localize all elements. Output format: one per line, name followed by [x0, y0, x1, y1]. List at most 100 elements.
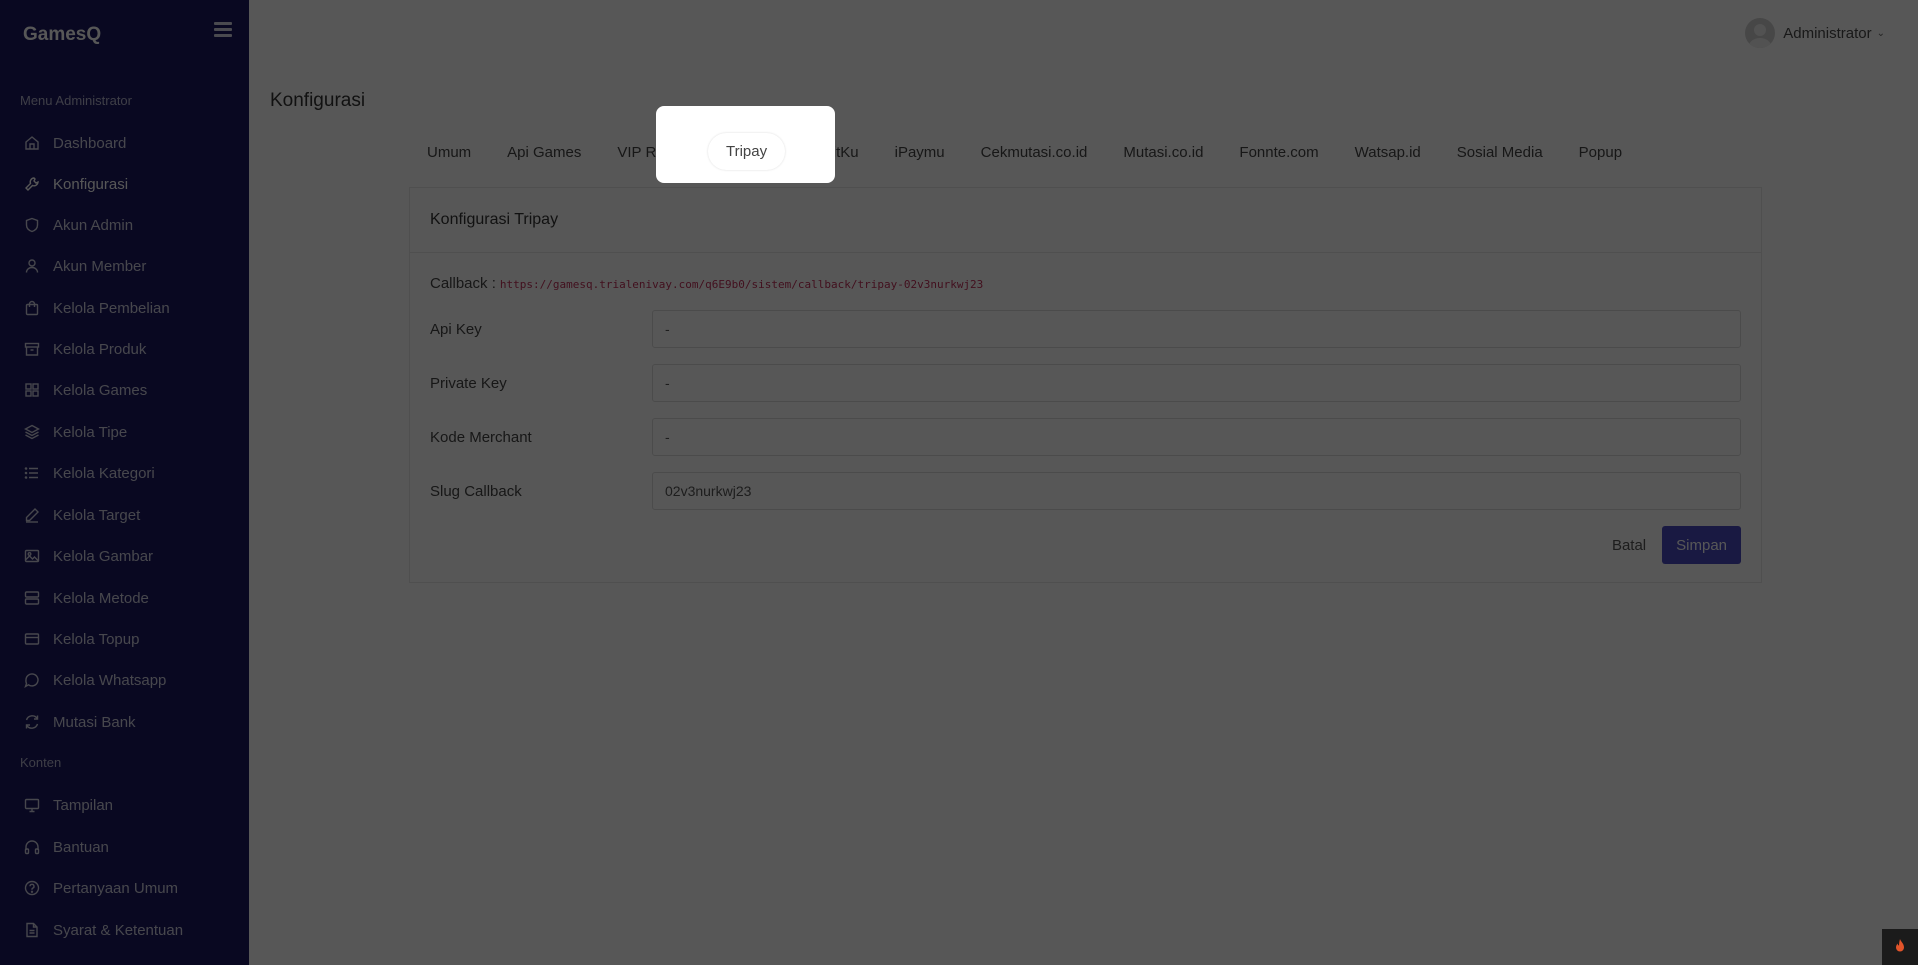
sidebar-item-label: Kelola Metode [53, 589, 149, 607]
slug-callback-label: Slug Callback [430, 482, 522, 500]
user-menu[interactable]: Administrator ⌄ [1745, 18, 1885, 48]
tab-cekmutasi[interactable]: Cekmutasi.co.id [963, 134, 1106, 171]
form-row-kode-merchant: Kode Merchant [430, 418, 1741, 456]
monitor-icon [24, 797, 40, 813]
form-actions: Batal Simpan [1612, 526, 1741, 564]
sidebar-item-label: Kelola Tipe [53, 423, 128, 441]
sidebar-item-mutasi-bank[interactable]: Mutasi Bank [0, 704, 249, 740]
sidebar-item-kelola-games[interactable]: Kelola Games [0, 372, 249, 408]
sidebar-item-dashboard[interactable]: Dashboard [0, 125, 249, 161]
sidebar-item-label: Kelola Pembelian [53, 299, 170, 317]
user-icon [24, 258, 40, 274]
sidebar-item-label: Kelola Produk [53, 340, 147, 358]
home-icon [24, 135, 40, 151]
sidebar-item-label: Syarat & Ketentuan [53, 921, 184, 939]
sidebar-item-label: Tampilan [53, 796, 114, 814]
tab-mutasi[interactable]: Mutasi.co.id [1105, 134, 1221, 171]
main-content: Administrator ⌄ Konfigurasi Umum Api Gam… [249, 0, 1918, 965]
api-key-input[interactable] [652, 310, 1741, 348]
image-icon [24, 548, 40, 564]
sidebar-item-kelola-whatsapp[interactable]: Kelola Whatsapp [0, 662, 249, 698]
chat-icon [24, 672, 40, 688]
callback-url: https://gamesq.trialenivay.com/q6E9b0/si… [499, 278, 984, 291]
tab-ipaymu[interactable]: iPaymu [877, 134, 963, 171]
wrench-icon [24, 176, 40, 192]
layers-icon [24, 424, 40, 440]
slug-callback-input[interactable] [652, 472, 1741, 510]
tab-sosial-media[interactable]: Sosial Media [1439, 134, 1561, 171]
tab-api-games[interactable]: Api Games [489, 134, 599, 171]
private-key-input[interactable] [652, 364, 1741, 402]
sidebar-item-label: Kelola Gambar [53, 547, 154, 565]
private-key-label: Private Key [430, 374, 507, 392]
sidebar-item-label: Dashboard [53, 134, 127, 152]
sidebar-item-label: Kelola Target [53, 506, 141, 524]
kode-merchant-label: Kode Merchant [430, 428, 532, 446]
server-icon [24, 590, 40, 606]
sidebar-item-kelola-kategori[interactable]: Kelola Kategori [0, 455, 249, 491]
sidebar-item-tampilan[interactable]: Tampilan [0, 787, 249, 823]
form-row-slug-callback: Slug Callback [430, 472, 1741, 510]
sidebar-section-title: Menu Administrator [20, 93, 132, 108]
sidebar-item-kelola-pembelian[interactable]: Kelola Pembelian [0, 290, 249, 326]
tab-umum[interactable]: Umum [409, 134, 489, 171]
sidebar-item-label: Kelola Kategori [53, 464, 155, 482]
credit-card-icon [24, 631, 40, 647]
form-row-api-key: Api Key [430, 310, 1741, 348]
refresh-icon [24, 714, 40, 730]
sidebar-item-label: Akun Member [53, 257, 147, 275]
grid-icon [24, 382, 40, 398]
callback-label: Callback : [430, 275, 496, 292]
sidebar-item-label: Kelola Games [53, 381, 148, 399]
shopping-bag-icon [24, 300, 40, 316]
sidebar-section-title: Konten [20, 755, 62, 770]
save-button[interactable]: Simpan [1662, 526, 1741, 564]
sidebar-item-pertanyaan-umum[interactable]: Pertanyaan Umum [0, 870, 249, 906]
sidebar-item-kelola-gambar[interactable]: Kelola Gambar [0, 538, 249, 574]
archive-icon [24, 341, 40, 357]
brand-logo[interactable]: GamesQ [23, 24, 101, 46]
user-name: Administrator [1783, 24, 1872, 42]
file-text-icon [24, 922, 40, 938]
sidebar-item-kelola-target[interactable]: Kelola Target [0, 497, 249, 533]
sidebar: GamesQ Menu Administrator Dashboard Konf… [0, 0, 249, 965]
sidebar-item-kelola-tipe[interactable]: Kelola Tipe [0, 414, 249, 450]
form-row-private-key: Private Key [430, 364, 1741, 402]
avatar [1745, 18, 1776, 48]
sidebar-item-kelola-metode[interactable]: Kelola Metode [0, 580, 249, 616]
sidebar-item-akun-member[interactable]: Akun Member [0, 248, 249, 284]
sidebar-item-konfigurasi[interactable]: Konfigurasi [0, 166, 249, 202]
sidebar-item-syarat-ketentuan[interactable]: Syarat & Ketentuan [0, 912, 249, 948]
chevron-down-icon: ⌄ [1876, 27, 1885, 39]
flame-icon[interactable] [1882, 929, 1918, 965]
shield-icon [24, 217, 40, 233]
tab-popup[interactable]: Popup [1561, 134, 1640, 171]
help-circle-icon [24, 880, 40, 896]
callback-row: Callback : https://gamesq.trialenivay.com… [430, 275, 983, 292]
sidebar-item-label: Akun Admin [53, 216, 134, 234]
sidebar-item-label: Kelola Whatsapp [53, 671, 167, 689]
headphones-icon [24, 839, 40, 855]
sidebar-item-kelola-produk[interactable]: Kelola Produk [0, 331, 249, 367]
page-title: Konfigurasi [270, 90, 366, 111]
sidebar-item-kelola-topup[interactable]: Kelola Topup [0, 621, 249, 657]
sidebar-item-label: Bantuan [53, 838, 109, 856]
tab-watsap[interactable]: Watsap.id [1337, 134, 1439, 171]
card-title: Konfigurasi Tripay [410, 188, 1761, 253]
tab-fonnte[interactable]: Fonnte.com [1221, 134, 1336, 171]
sidebar-item-akun-admin[interactable]: Akun Admin [0, 207, 249, 243]
pen-icon [24, 507, 40, 523]
cancel-button[interactable]: Batal [1612, 537, 1646, 554]
api-key-label: Api Key [430, 320, 482, 338]
kode-merchant-input[interactable] [652, 418, 1741, 456]
config-tabs: Umum Api Games VIP Reseller Tripay DuitK… [409, 133, 1640, 171]
sidebar-item-label: Kelola Topup [53, 630, 140, 648]
hamburger-menu-icon[interactable] [214, 22, 232, 38]
sidebar-item-label: Konfigurasi [53, 175, 129, 193]
sidebar-item-label: Mutasi Bank [53, 713, 136, 731]
sidebar-item-bantuan[interactable]: Bantuan [0, 829, 249, 865]
config-card: Konfigurasi Tripay Callback : https://gam… [409, 187, 1762, 583]
list-icon [24, 465, 40, 481]
sidebar-item-label: Pertanyaan Umum [53, 879, 179, 897]
tab-tripay[interactable]: Tripay [708, 133, 786, 170]
